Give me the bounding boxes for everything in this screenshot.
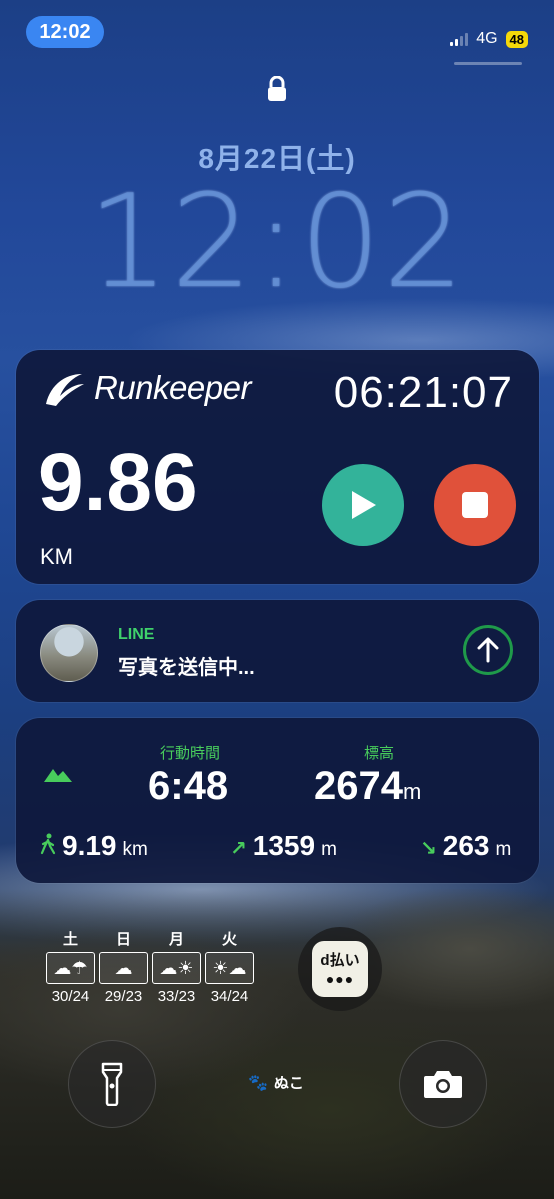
stop-icon [462, 492, 488, 518]
network-type: 4G [476, 30, 498, 47]
resume-button[interactable] [322, 464, 404, 546]
elevation-value: 2674 [314, 764, 403, 808]
cloud-sun-icon: ☁☀ [152, 952, 201, 984]
cloud-icon: ☁ [99, 952, 148, 984]
descent-unit: m [495, 839, 512, 860]
runkeeper-name: Runkeeper [94, 369, 251, 406]
camera-button[interactable] [399, 1040, 487, 1128]
weather-temps: 30/24 [51, 988, 90, 1005]
upload-progress-button[interactable] [463, 625, 513, 675]
top-indicator-bar [454, 62, 522, 65]
weather-temps: 33/23 [157, 988, 196, 1005]
cloud-rain-icon: ☁☂ [46, 952, 95, 984]
elevation-unit: m [402, 779, 422, 804]
distance-unit: KM [40, 544, 73, 569]
lock-clock: 12:02 [87, 168, 467, 317]
status-time-pill[interactable]: 12:02 [26, 16, 104, 48]
distance-value: 9.86 [38, 437, 198, 528]
weather-day-label: 土 [62, 931, 78, 948]
upload-arrow-icon [477, 637, 499, 663]
descent: ↘ 263 m [420, 830, 511, 862]
lockscreen-owner: 🐾 ぬこ [248, 1072, 304, 1093]
weather-day-label: 日 [115, 931, 131, 948]
lock-icon [266, 75, 288, 107]
weather-day: 土 ☁☂ 30/24 [46, 928, 95, 1005]
runkeeper-logo-icon [46, 374, 84, 406]
weather-day-label: 火 [221, 931, 237, 948]
runkeeper-logo: Runkeeper [42, 368, 251, 408]
paw-icon: 🐾 [248, 1074, 268, 1092]
line-notification[interactable]: LINE 写真を送信中... [16, 600, 539, 702]
ascent-arrow-icon: ↗ [230, 838, 247, 860]
moving-time-label: 行動時間 [160, 745, 221, 762]
walker-icon [40, 833, 56, 855]
line-app-name: LINE [118, 626, 155, 643]
weather-temps: 34/24 [210, 988, 249, 1005]
walk-distance-value: 9.19 [62, 830, 117, 861]
status-indicators: 4G 48 [450, 30, 528, 48]
moving-time-value: 6:48 [148, 764, 229, 808]
weather-day: 日 ☁ 29/23 [99, 928, 148, 1005]
camera-icon [424, 1071, 462, 1098]
elevation: 2674m [314, 764, 421, 809]
stop-button[interactable] [434, 464, 516, 546]
weather-temps: 29/23 [104, 988, 143, 1005]
dpay-icon: d払い ●●● [312, 941, 368, 997]
owner-name: ぬこ [273, 1075, 304, 1092]
weather-day: 火 ☀☁ 34/24 [205, 928, 254, 1005]
line-message: 写真を送信中... [118, 657, 255, 679]
dpay-dots: ●●● [325, 970, 355, 987]
ascent-unit: m [321, 839, 337, 860]
hiking-tracker-widget[interactable]: 行動時間 6:48 標高 2674m 9.19 km ↗ 1359 m ↘ 263 m [16, 718, 539, 883]
mountain-icon [44, 769, 72, 782]
sun-cloud-icon: ☀☁ [205, 952, 254, 984]
ascent: ↗ 1359 m [230, 830, 337, 862]
weather-day: 月 ☁☀ 33/23 [152, 928, 201, 1005]
walk-distance: 9.19 km [40, 830, 148, 862]
walk-distance-unit: km [122, 839, 148, 860]
runkeeper-widget[interactable]: Runkeeper 06:21:07 9.86 KM [16, 350, 539, 584]
descent-arrow-icon: ↘ [420, 838, 437, 860]
battery-icon: 48 [505, 30, 528, 48]
flashlight-icon [101, 1062, 123, 1106]
photo-thumbnail [40, 624, 98, 682]
elapsed-timer: 06:21:07 [333, 368, 513, 417]
weather-widget[interactable]: 土 ☁☂ 30/24 日 ☁ 29/23 月 ☁☀ 33/23 火 ☀☁ 34/… [46, 928, 254, 1005]
signal-icon [450, 32, 469, 46]
elevation-label: 標高 [364, 745, 395, 762]
descent-value: 263 [442, 830, 490, 861]
ascent-value: 1359 [252, 830, 316, 861]
flashlight-button[interactable] [68, 1040, 156, 1128]
play-icon [352, 491, 376, 519]
dpay-widget[interactable]: d払い ●●● [298, 927, 382, 1011]
weather-day-label: 月 [168, 931, 184, 948]
dpay-label: d払い [320, 951, 360, 969]
